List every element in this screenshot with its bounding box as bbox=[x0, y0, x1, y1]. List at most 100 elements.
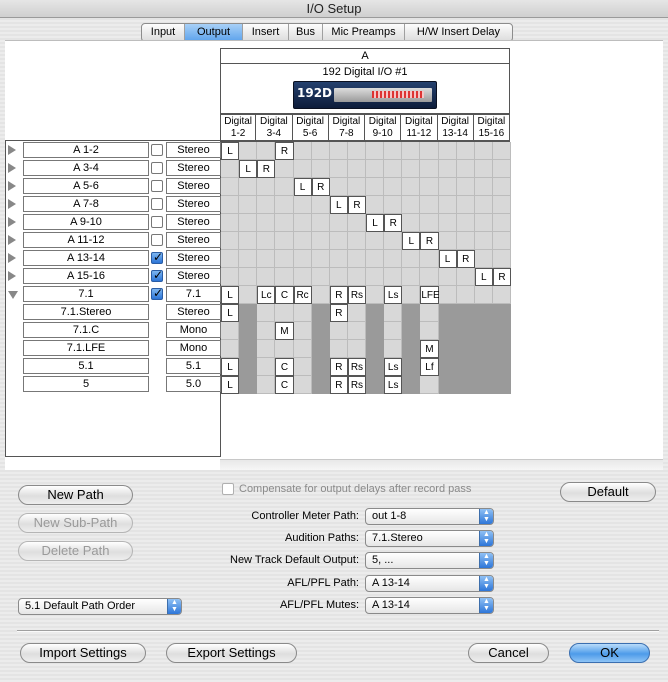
path-name[interactable]: 5.1 bbox=[23, 358, 149, 374]
disclosure-open-icon[interactable] bbox=[8, 291, 18, 299]
path-active-checkbox[interactable] bbox=[151, 216, 163, 228]
column-header-bottom: 9-10 bbox=[372, 128, 393, 139]
column-header: Digital 5-6 bbox=[292, 114, 329, 141]
default-button[interactable]: Default bbox=[560, 482, 656, 502]
path-active-checkbox[interactable] bbox=[151, 268, 163, 282]
column-header-bottom: 5-6 bbox=[302, 128, 318, 139]
path-active-checkbox[interactable] bbox=[151, 180, 163, 192]
disclosure-closed-icon[interactable] bbox=[8, 271, 16, 281]
path-name[interactable]: A 9-10 bbox=[23, 214, 149, 230]
delete-path-button[interactable]: Delete Path bbox=[18, 541, 133, 561]
path-format: Stereo bbox=[166, 232, 221, 248]
path-name[interactable]: A 7-8 bbox=[23, 196, 149, 212]
audition-paths-select[interactable]: 7.1.Stereo ▲ ▼ bbox=[365, 530, 494, 547]
path-name[interactable]: 7.1.C bbox=[23, 322, 149, 338]
disclosure-closed-icon[interactable] bbox=[8, 181, 16, 191]
path-name[interactable]: A 13-14 bbox=[23, 250, 149, 266]
new-sub-path-button[interactable]: New Sub-Path bbox=[18, 513, 133, 533]
path-name[interactable]: A 15-16 bbox=[23, 268, 149, 284]
footer-separator bbox=[17, 630, 659, 632]
table-row: 7.1.C Mono bbox=[0, 321, 668, 339]
column-header-bottom: 1-2 bbox=[230, 128, 246, 139]
default-output-select[interactable]: 5, ... ▲ ▼ bbox=[365, 552, 494, 569]
path-name[interactable]: A 5-6 bbox=[23, 178, 149, 194]
disclosure-closed-icon[interactable] bbox=[8, 145, 16, 155]
afl-pfl-path-value: A 13-14 bbox=[372, 577, 410, 589]
disclosure-closed-icon[interactable] bbox=[8, 199, 16, 209]
device-image: 192D bbox=[293, 81, 437, 109]
path-format: Stereo bbox=[166, 178, 221, 194]
select-arrows-icon: ▲ ▼ bbox=[167, 599, 181, 614]
audition-paths-value: 7.1.Stereo bbox=[372, 532, 423, 544]
path-format: Stereo bbox=[166, 196, 221, 212]
ok-button[interactable]: OK bbox=[569, 643, 650, 663]
column-header-bottom: 13-14 bbox=[442, 128, 468, 139]
path-format: 7.1 bbox=[166, 286, 221, 302]
compensate-label: Compensate for output delays after recor… bbox=[239, 483, 472, 495]
table-row: A 9-10 Stereo bbox=[0, 213, 668, 231]
select-arrows-icon: ▲ ▼ bbox=[479, 553, 493, 568]
table-row: 5.1 5.1 bbox=[0, 357, 668, 375]
column-header-bottom: 11-12 bbox=[406, 128, 432, 139]
path-format: Stereo bbox=[166, 304, 221, 320]
path-active-checkbox[interactable] bbox=[151, 250, 163, 264]
tab-hw-insert-delay[interactable]: H/W Insert Delay bbox=[405, 24, 512, 41]
path-format: Stereo bbox=[166, 250, 221, 266]
tab-bus[interactable]: Bus bbox=[289, 24, 323, 41]
disclosure-closed-icon[interactable] bbox=[8, 253, 16, 263]
cancel-button[interactable]: Cancel bbox=[468, 643, 549, 663]
table-row: A 15-16 Stereo bbox=[0, 267, 668, 285]
compensate-checkbox[interactable] bbox=[222, 483, 234, 495]
afl-pfl-mutes-value: A 13-14 bbox=[372, 599, 410, 611]
table-row: A 1-2 Stereo bbox=[0, 141, 668, 159]
device-name: 192 Digital I/O #1 bbox=[322, 66, 408, 78]
select-arrows-icon: ▲ ▼ bbox=[479, 509, 493, 524]
column-header-top: Digital bbox=[296, 116, 325, 127]
path-format: Stereo bbox=[166, 142, 221, 158]
path-active-checkbox[interactable] bbox=[151, 162, 163, 174]
controller-meter-select[interactable]: out 1-8 ▲ ▼ bbox=[365, 508, 494, 525]
table-row: 7.1.Stereo Stereo bbox=[0, 303, 668, 321]
column-header-bottom: 3-4 bbox=[266, 128, 282, 139]
path-name[interactable]: 7.1.Stereo bbox=[23, 304, 149, 320]
path-name[interactable]: 7.1.LFE bbox=[23, 340, 149, 356]
tab-insert[interactable]: Insert bbox=[243, 24, 289, 41]
column-header: Digital 13-14 bbox=[437, 114, 474, 141]
table-row: A 13-14 Stereo bbox=[0, 249, 668, 267]
column-header: Digital 7-8 bbox=[328, 114, 365, 141]
path-format: Stereo bbox=[166, 214, 221, 230]
path-active-checkbox[interactable] bbox=[151, 234, 163, 246]
tab-output[interactable]: Output bbox=[185, 24, 243, 41]
path-active-checkbox[interactable] bbox=[151, 144, 163, 156]
column-header: Digital 3-4 bbox=[256, 114, 293, 141]
disclosure-closed-icon[interactable] bbox=[8, 163, 16, 173]
disclosure-closed-icon[interactable] bbox=[8, 217, 16, 227]
new-path-button[interactable]: New Path bbox=[18, 485, 133, 505]
disclosure-closed-icon[interactable] bbox=[8, 235, 16, 245]
path-name[interactable]: A 11-12 bbox=[23, 232, 149, 248]
column-headers: Digital 1-2 Digital 3-4 Digital 5-6 Digital 7-8… bbox=[220, 114, 510, 141]
import-settings-button[interactable]: Import Settings bbox=[20, 643, 146, 663]
table-row: A 11-12 Stereo bbox=[0, 231, 668, 249]
path-name[interactable]: 7.1 bbox=[23, 286, 149, 302]
table-row: A 5-6 Stereo bbox=[0, 177, 668, 195]
default-output-value: 5, ... bbox=[372, 554, 394, 566]
column-header-top: Digital bbox=[404, 116, 433, 127]
path-active-checkbox[interactable] bbox=[151, 198, 163, 210]
tab-input[interactable]: Input bbox=[142, 24, 185, 41]
horizontal-scrollbar[interactable] bbox=[220, 459, 663, 470]
afl-pfl-mutes-select[interactable]: A 13-14 ▲ ▼ bbox=[365, 597, 494, 614]
path-order-select[interactable]: 5.1 Default Path Order ▲ ▼ bbox=[18, 598, 182, 615]
path-name[interactable]: 5 bbox=[23, 376, 149, 392]
column-header-top: Digital bbox=[441, 116, 470, 127]
column-header-top: Digital bbox=[368, 116, 397, 127]
tab-mic-preamps[interactable]: Mic Preamps bbox=[323, 24, 405, 41]
path-active-checkbox[interactable] bbox=[151, 286, 163, 300]
column-header-bottom: 15-16 bbox=[478, 128, 505, 139]
path-format: Stereo bbox=[166, 268, 221, 284]
export-settings-button[interactable]: Export Settings bbox=[166, 643, 297, 663]
path-name[interactable]: A 3-4 bbox=[23, 160, 149, 176]
afl-pfl-path-select[interactable]: A 13-14 ▲ ▼ bbox=[365, 575, 494, 592]
table-row: A 3-4 Stereo bbox=[0, 159, 668, 177]
path-name[interactable]: A 1-2 bbox=[23, 142, 149, 158]
